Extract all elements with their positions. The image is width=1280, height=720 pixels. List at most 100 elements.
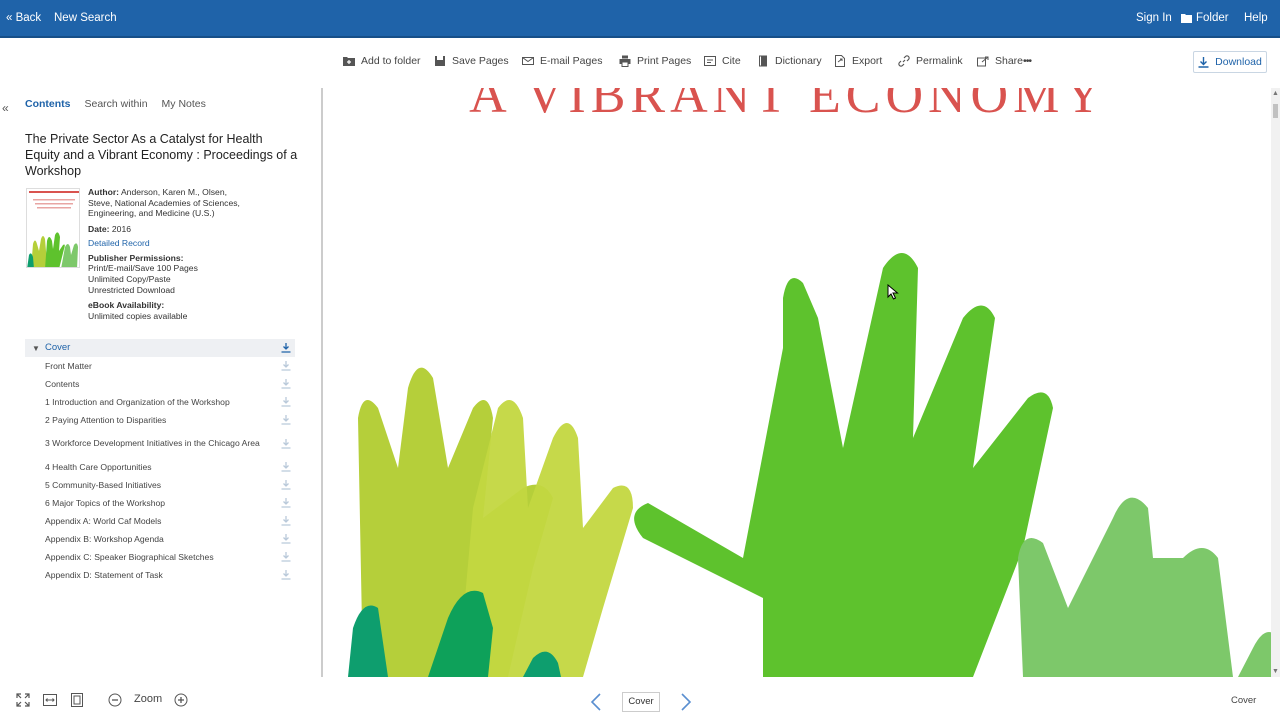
cover-heading: A VIBRANT ECONOMY [469,88,1107,124]
share-button[interactable]: Share ••• [977,55,1032,67]
scroll-up-icon[interactable]: ▲ [1272,90,1279,97]
viewer-toolbar: Add to folder Save Pages E-mail Pages Pr… [0,38,1280,86]
table-of-contents: ▼ Cover Front Matter Contents 1 Introducti… [25,339,295,584]
availability-label: eBook Availability: [88,300,165,311]
date-block: Date: 2016 [88,224,253,235]
toc-item-label: Appendix A: World Caf Models [45,515,162,526]
download-icon[interactable] [281,480,291,490]
permalink-button[interactable]: Permalink [898,55,963,67]
toc-item-label: 3 Workforce Development Initiatives in t… [45,438,260,449]
cite-icon [704,56,716,66]
fit-width-icon[interactable] [43,693,57,707]
share-icon [977,56,989,67]
permissions-label: Publisher Permissions: [88,252,184,263]
fullscreen-icon[interactable] [16,693,30,707]
collapse-sidebar-button[interactable]: « [2,101,9,115]
permission-print: Print/E-mail/Save 100 Pages [88,263,198,274]
more-dots-icon: ••• [1023,55,1032,67]
toc-item-label: Contents [45,378,80,389]
page-indicator[interactable]: Cover [622,692,660,712]
permissions-block: Publisher Permissions: Print/E-mail/Save… [88,253,253,296]
toc-item-label: Appendix B: Workshop Agenda [45,533,164,544]
zoom-in-icon[interactable] [174,693,188,707]
toc-item-label: 1 Introduction and Organization of the W… [45,396,230,407]
next-page-icon[interactable] [679,693,693,711]
dictionary-label: Dictionary [775,55,822,67]
book-title: The Private Sector As a Catalyst for Hea… [25,132,298,178]
bottom-bar: Zoom Cover Cover [0,680,1280,720]
help-link[interactable]: Help [1244,12,1268,24]
download-icon[interactable] [281,415,291,425]
print-icon [619,55,631,67]
availability-block: eBook Availability: Unlimited copies ava… [88,300,253,321]
tab-my-notes[interactable]: My Notes [162,98,206,110]
print-pages-label: Print Pages [637,55,692,67]
dictionary-button[interactable]: Dictionary [757,55,822,67]
toc-item[interactable]: Appendix D: Statement of Task [25,566,295,584]
toc-item[interactable]: Front Matter [25,357,295,375]
fit-page-icon[interactable] [70,693,84,707]
toc-item[interactable]: Appendix A: World Caf Models [25,512,295,530]
download-icon[interactable] [281,462,291,472]
toc-item[interactable]: Contents [25,375,295,393]
download-icon[interactable] [281,361,291,371]
top-navigation-bar: « Back New Search Sign In Folder Help [0,0,1280,38]
save-pages-label: Save Pages [452,55,509,67]
caret-down-icon: ▼ [32,344,40,353]
cite-button[interactable]: Cite [704,55,741,67]
download-icon[interactable] [281,379,291,389]
download-label: Download [1215,56,1262,68]
download-icon[interactable] [281,438,291,449]
save-pages-button[interactable]: Save Pages [434,55,509,67]
availability-value: Unlimited copies available [88,311,188,322]
toc-item[interactable]: 5 Community-Based Initiatives [25,476,295,494]
sign-in-link[interactable]: Sign In [1136,12,1172,24]
download-icon[interactable] [281,516,291,526]
toc-item-label: 2 Paying Attention to Disparities [45,414,167,425]
toc-item[interactable]: Appendix C: Speaker Biographical Sketche… [25,548,295,566]
author-label: Author: [88,187,120,197]
toc-item-label: 6 Major Topics of the Workshop [45,497,166,508]
toc-list: Front Matter Contents 1 Introduction and O… [25,357,295,584]
add-to-folder-button[interactable]: Add to folder [343,55,421,67]
toc-item[interactable]: 3 Workforce Development Initiatives in t… [25,429,295,458]
detailed-record-link[interactable]: Detailed Record [88,238,253,249]
previous-page-icon[interactable] [589,693,603,711]
scrollbar-thumb[interactable] [1273,104,1278,118]
tab-contents[interactable]: Contents [25,98,71,110]
toc-item-label: Appendix C: Speaker Biographical Sketche… [45,551,214,562]
download-icon[interactable] [281,397,291,407]
back-link[interactable]: « Back [6,12,41,24]
download-button[interactable]: Download [1193,51,1267,73]
toc-item-cover[interactable]: ▼ Cover [25,339,295,357]
download-icon[interactable] [281,498,291,508]
link-icon [898,55,910,67]
add-to-folder-label: Add to folder [361,55,421,67]
toc-item[interactable]: 1 Introduction and Organization of the W… [25,393,295,411]
download-icon[interactable] [281,534,291,544]
folder-icon [1181,14,1192,23]
toc-item[interactable]: Appendix B: Workshop Agenda [25,530,295,548]
viewer-scrollbar[interactable]: ▲ ▼ [1271,88,1280,677]
export-button[interactable]: Export [834,55,882,67]
toc-item-label: 4 Health Care Opportunities [45,461,152,472]
scroll-down-icon[interactable]: ▼ [1272,668,1279,675]
print-pages-button[interactable]: Print Pages [619,55,691,67]
toc-item[interactable]: 6 Major Topics of the Workshop [25,494,295,512]
new-search-link[interactable]: New Search [54,12,117,24]
toc-item[interactable]: 2 Paying Attention to Disparities [25,411,295,429]
tab-search-within[interactable]: Search within [85,98,148,110]
download-icon[interactable] [281,552,291,562]
folder-plus-icon [343,57,355,66]
document-viewer[interactable]: A VIBRANT ECONOMY [321,88,1271,677]
book-cover-thumbnail[interactable] [26,188,80,268]
cover-page-image: A VIBRANT ECONOMY [348,88,1271,677]
email-pages-button[interactable]: E-mail Pages [522,55,602,67]
folder-link[interactable]: Folder [1181,12,1229,24]
toc-item-label: 5 Community-Based Initiatives [45,479,162,490]
download-icon[interactable] [281,570,291,580]
toc-item[interactable]: 4 Health Care Opportunities [25,458,295,476]
download-icon[interactable] [281,343,291,353]
zoom-out-icon[interactable] [108,693,122,707]
download-icon [1198,56,1209,68]
